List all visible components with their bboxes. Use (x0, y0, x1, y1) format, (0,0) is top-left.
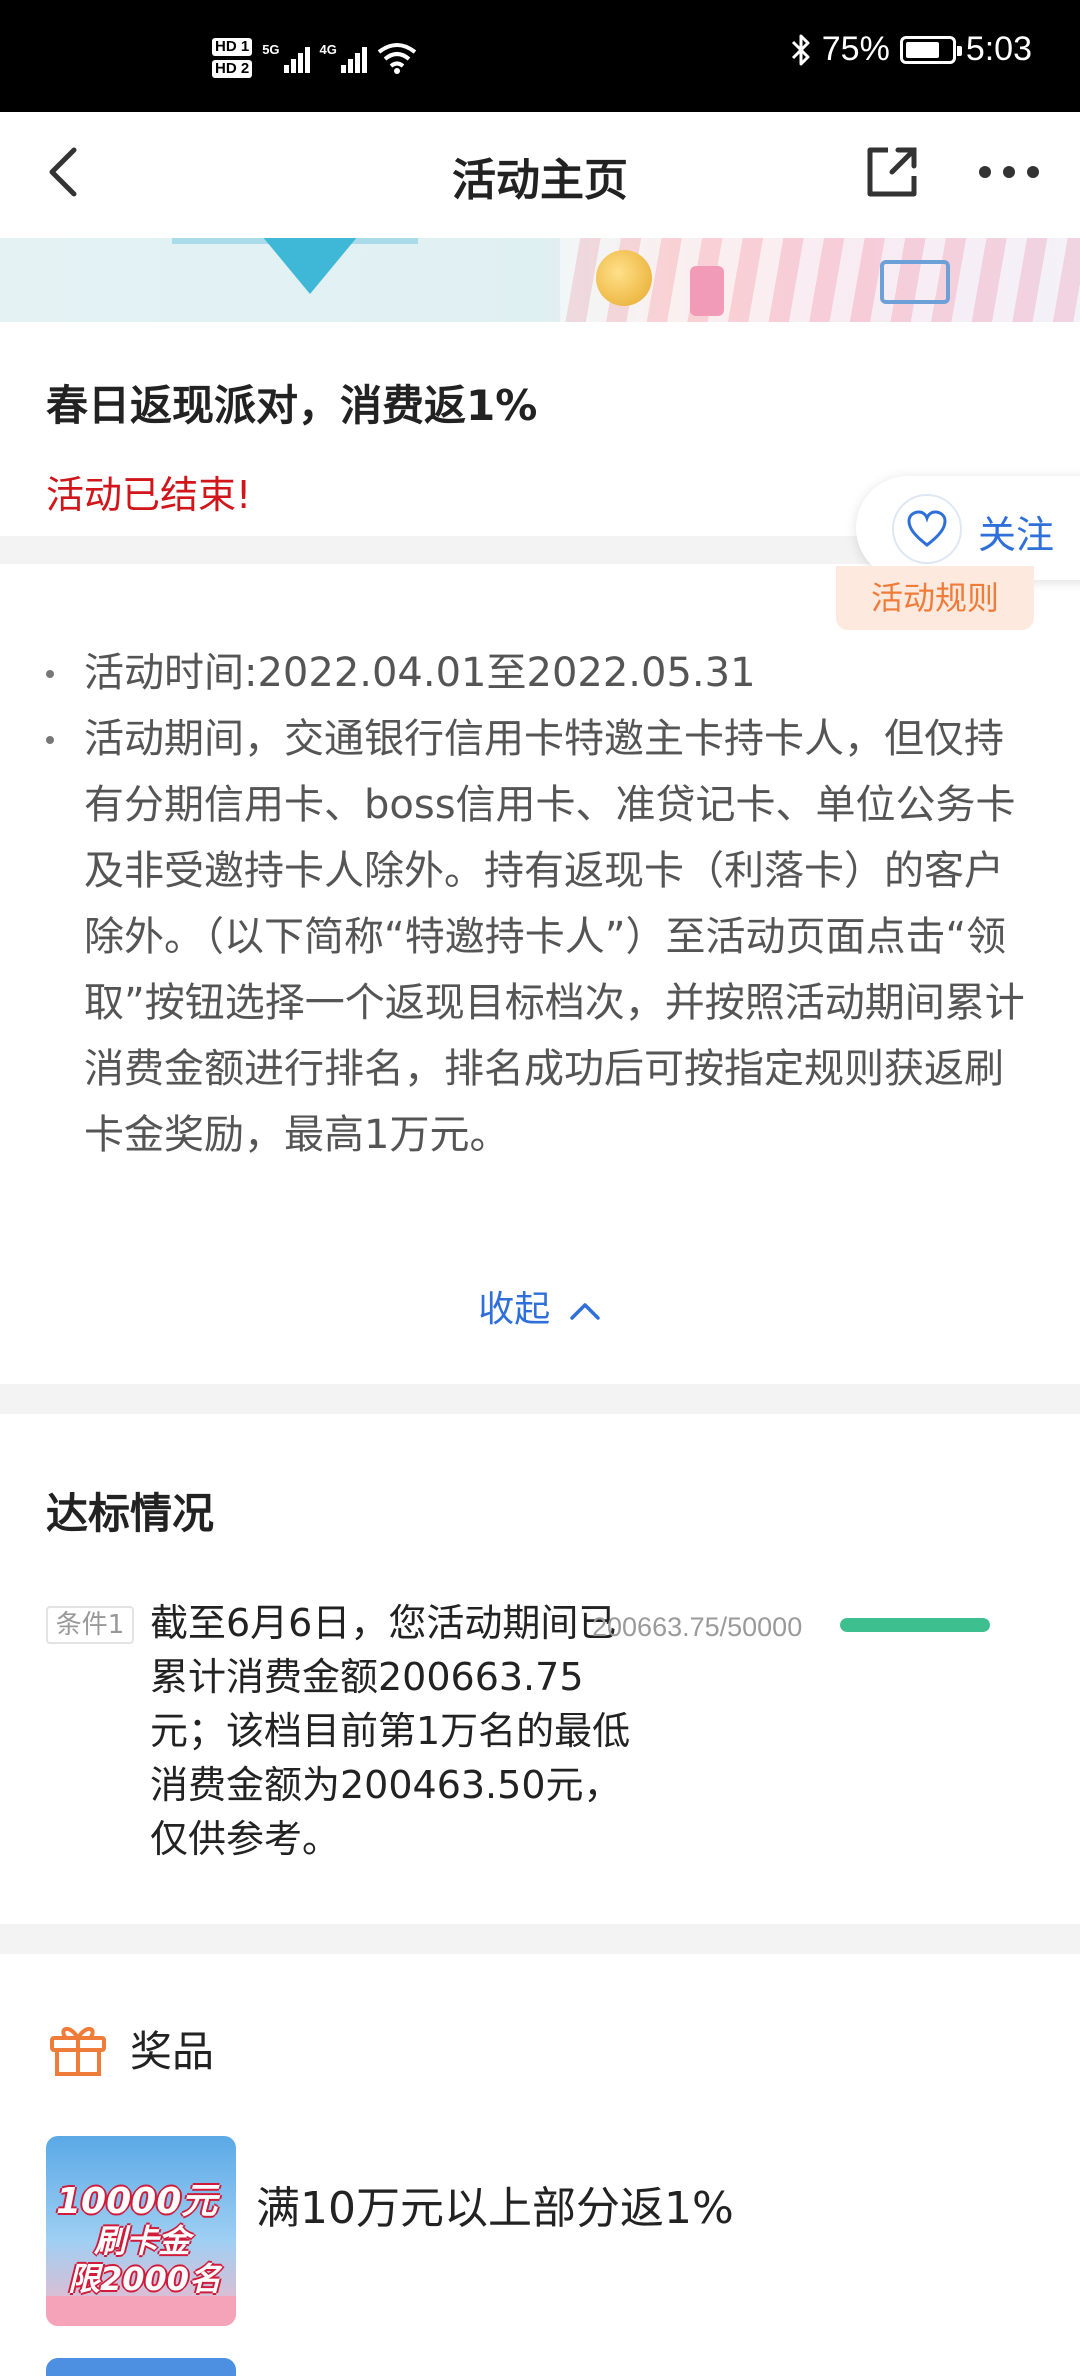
net2-label: 4G (319, 42, 337, 57)
net1-label: 5G (262, 42, 280, 57)
collapse-label: 收起 (478, 1289, 551, 1330)
gift-icon (50, 2027, 106, 2076)
compliance-title: 达标情况 (46, 1489, 215, 1538)
prizes-title: 奖品 (130, 2026, 215, 2076)
condition-text: 截至6月6日，您活动期间已累计消费金额200663.75元；该档目前第1万名的最… (150, 1601, 631, 1861)
prize-image[interactable]: 10000元 刷卡金 限2000名 (46, 2136, 236, 2326)
share-button[interactable] (862, 142, 922, 202)
rules-button[interactable]: 活动规则 (836, 566, 1034, 630)
network-indicators: HD 1 HD 2 5G 4G (212, 38, 417, 78)
prize-image-line3: 限2000名 (68, 2260, 222, 2298)
wifi-icon (377, 43, 417, 74)
activity-banner (0, 238, 1080, 322)
prizes-header: 奖品 (46, 2016, 214, 2080)
section-divider (0, 1384, 1080, 1414)
progress-fill (840, 1618, 990, 1632)
progress-bar (840, 1618, 990, 1632)
battery-icon (899, 35, 962, 64)
signal-4g-icon: 4G (320, 43, 367, 73)
nav-bar: 活动主页 (0, 112, 1080, 238)
progress-value: 200663.75/50000 (592, 1612, 803, 1642)
follow-label: 关注 (978, 513, 1055, 557)
prize-image-next[interactable] (46, 2358, 236, 2376)
bluetooth-icon (791, 34, 810, 65)
section-divider (0, 1924, 1080, 1954)
rule-item-description: 活动期间，交通银行信用卡特邀主卡持卡人，但仅持有分期信用卡、boss信用卡、准贷… (44, 706, 1034, 1168)
heart-icon (892, 494, 962, 564)
status-bar: HD 1 HD 2 5G 4G 75% 5:03 (0, 0, 1080, 112)
rule-item-time: 活动时间:2022.04.01至2022.05.31 (44, 640, 1034, 706)
signal-5g-icon: 5G (262, 42, 310, 73)
shopping-bag-icon (690, 266, 724, 316)
activity-status: 活动已结束! (46, 473, 252, 517)
rules-list: 活动时间:2022.04.01至2022.05.31 活动期间，交通银行信用卡特… (44, 640, 1034, 1168)
more-button[interactable] (974, 142, 1044, 202)
banner-triangle-icon (262, 238, 358, 294)
coin-icon (596, 250, 652, 306)
clock: 5:03 (965, 30, 1032, 68)
hd2-badge: HD 2 (212, 60, 253, 78)
prize-label[interactable]: 满10万元以上部分返1% (256, 2172, 734, 2236)
activity-title: 春日返现派对，消费返1% (46, 381, 538, 430)
collapse-button[interactable]: 收起 (0, 1280, 1080, 1332)
condition-tag: 条件1 (46, 1606, 134, 1644)
hd1-badge: HD 1 (212, 38, 253, 56)
chevron-up-icon (569, 1303, 600, 1320)
shopping-cart-icon (880, 260, 950, 304)
battery-percent: 75% (821, 30, 890, 68)
follow-button[interactable]: 关注 (856, 476, 1080, 580)
